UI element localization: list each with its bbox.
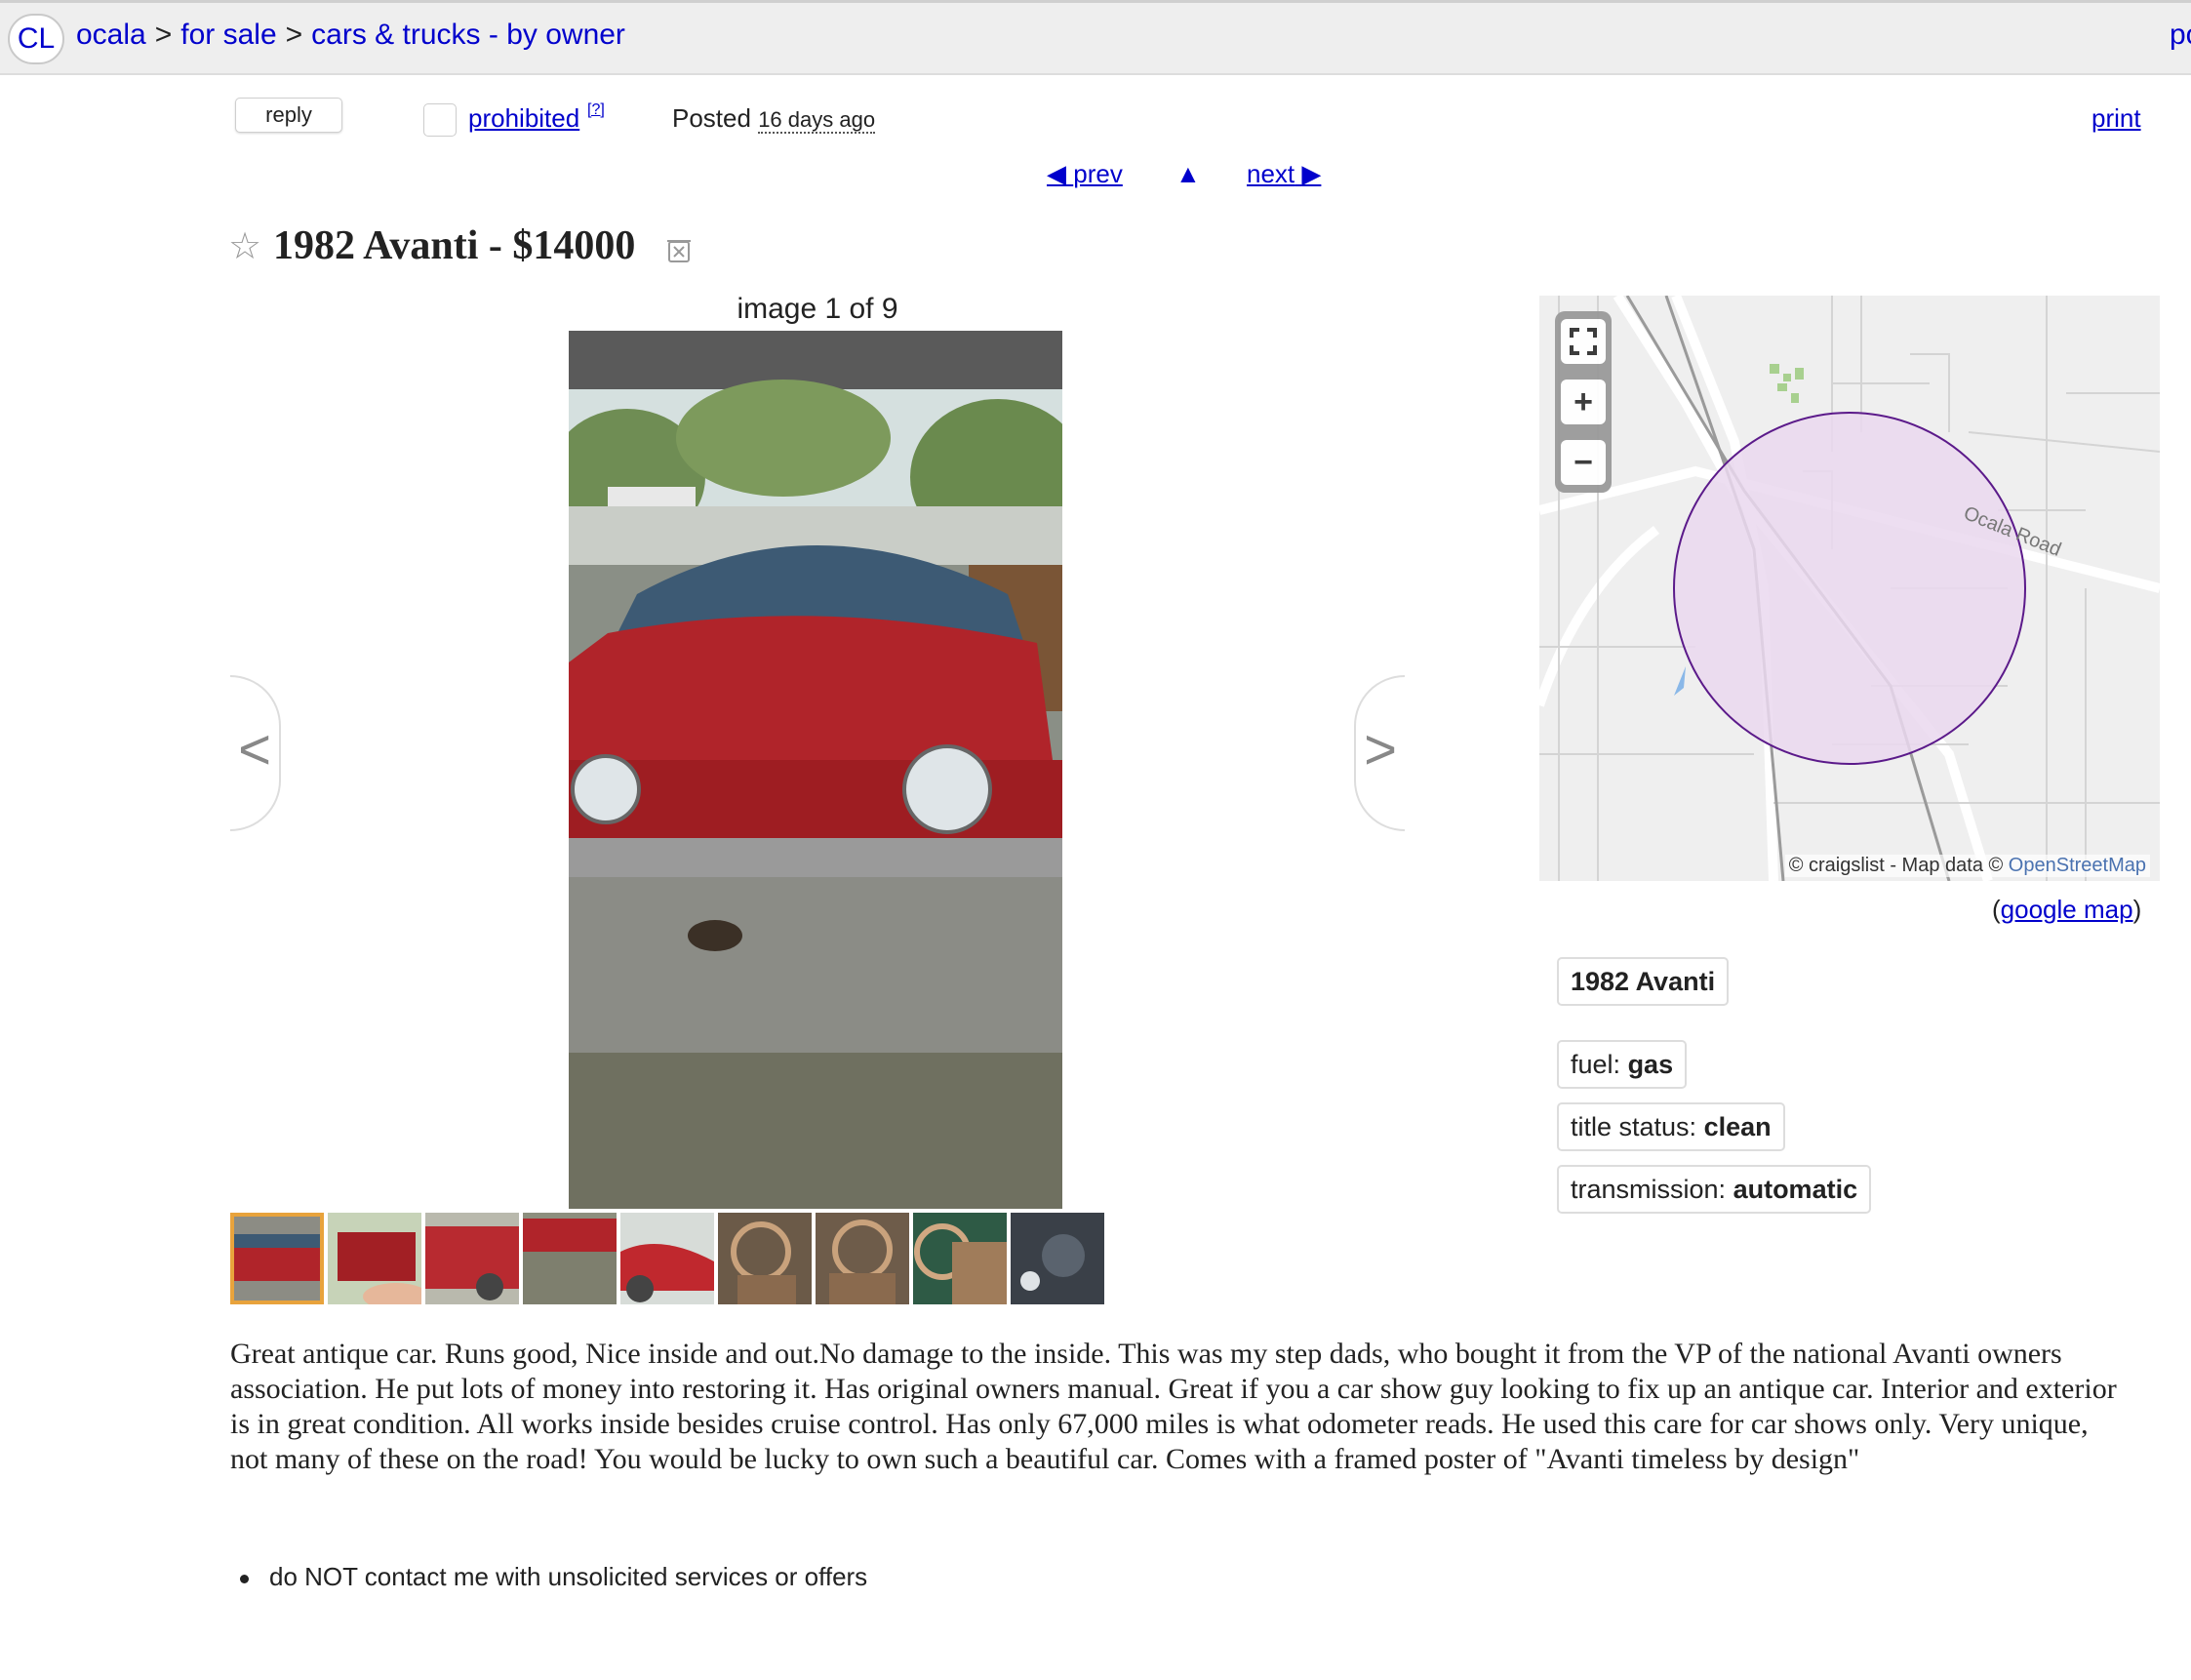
thumbnail-image <box>620 1213 714 1304</box>
attr-title-status: title status: clean <box>1557 1102 1785 1151</box>
triangle-up-icon: ▲ <box>1175 159 1201 188</box>
flag-prohibited-checkbox[interactable] <box>423 103 457 137</box>
thumbnail-image <box>234 1217 320 1300</box>
thumbnail-9[interactable] <box>1011 1213 1104 1304</box>
location-map[interactable]: Ocala Road + − © craigslist - Map data ©… <box>1539 296 2160 881</box>
posted-ago: 16 days ago <box>758 107 876 134</box>
map-attribution: © craigslist - Map data © OpenStreetMap <box>1784 855 2150 877</box>
map-zoom-in-button[interactable]: + <box>1561 380 1606 424</box>
fuel-value: gas <box>1627 1050 1674 1079</box>
favorite-star-icon[interactable]: ☆ <box>228 223 261 270</box>
prev-label: prev <box>1073 159 1123 188</box>
triangle-right-icon: ▶ <box>1301 159 1322 188</box>
thumbnail-image <box>425 1213 519 1304</box>
posted-label: Posted <box>672 103 751 133</box>
prohibited-link[interactable]: prohibited <box>468 103 579 134</box>
top-breadcrumb-bar: CL ocala > for sale > cars & trucks - by own… <box>0 0 2191 75</box>
breadcrumb-separator: > <box>154 19 173 51</box>
paren-open: ( <box>1992 895 2001 924</box>
thumbnail-image <box>523 1213 617 1304</box>
next-listing-link[interactable]: next ▶ <box>1247 159 1321 189</box>
title-status-value: clean <box>1703 1112 1772 1141</box>
thumbnail-1[interactable] <box>230 1213 324 1304</box>
thumbnail-2[interactable] <box>328 1213 421 1304</box>
breadcrumb-separator: > <box>285 19 303 51</box>
openstreetmap-link[interactable]: OpenStreetMap <box>2009 855 2146 876</box>
thumbnail-image <box>718 1213 812 1304</box>
attr-fuel: fuel: gas <box>1557 1040 1688 1089</box>
breadcrumb-for-sale[interactable]: for sale <box>180 19 276 51</box>
vehicle-heading: 1982 Avanti <box>1571 967 1716 996</box>
post-link-clipped[interactable]: po <box>2170 19 2191 52</box>
next-label: next <box>1247 159 1295 188</box>
notices-list: do NOT contact me with unsolicited servi… <box>230 1562 867 1592</box>
thumbnail-3[interactable] <box>425 1213 519 1304</box>
thumbnail-6[interactable] <box>718 1213 812 1304</box>
paren-close: ) <box>2132 895 2142 924</box>
prohibited-help-link[interactable]: [?] <box>587 101 605 119</box>
attr-vehicle-heading: 1982 Avanti <box>1557 957 1730 1006</box>
fullscreen-icon <box>1570 328 1597 355</box>
print-link[interactable]: print <box>2091 103 2141 134</box>
breadcrumb: ocala > for sale > cars & trucks - by owner <box>76 19 625 52</box>
posting-title: 1982 Avanti - $14000 <box>273 223 636 268</box>
thumbnail-5[interactable] <box>620 1213 714 1304</box>
craigslist-logo-link[interactable]: CL <box>8 14 64 64</box>
thumbnail-image <box>1011 1213 1104 1304</box>
next-image-button[interactable]: > <box>1354 675 1405 831</box>
transmission-value: automatic <box>1733 1175 1858 1204</box>
image-counter: image 1 of 9 <box>737 293 898 325</box>
transmission-label: transmission: <box>1571 1175 1727 1204</box>
breadcrumb-ocala[interactable]: ocala <box>76 19 146 51</box>
reply-button[interactable]: reply <box>235 98 342 133</box>
map-zoom-out-button[interactable]: − <box>1561 440 1606 485</box>
google-map-link[interactable]: google map <box>2001 895 2133 924</box>
map-attribution-text: © craigslist - Map data © <box>1788 855 2004 876</box>
google-map-wrapper: (google map) <box>1992 895 2141 925</box>
prev-listing-link[interactable]: ◀ prev <box>1047 159 1123 189</box>
triangle-left-icon: ◀ <box>1047 159 1066 188</box>
breadcrumb-cars-trucks-by-owner[interactable]: cars & trucks - by owner <box>311 19 625 51</box>
hide-posting-icon[interactable] <box>664 235 694 264</box>
thumbnail-4[interactable] <box>523 1213 617 1304</box>
attr-transmission: transmission: automatic <box>1557 1165 1872 1214</box>
posting-body: Great antique car. Runs good, Nice insid… <box>230 1338 2117 1475</box>
notice-item: do NOT contact me with unsolicited servi… <box>230 1562 867 1592</box>
map-fullscreen-button[interactable] <box>1561 319 1606 364</box>
posted-date: Posted 16 days ago <box>672 103 876 134</box>
thumbnail-image <box>328 1213 421 1304</box>
thumbnail-image <box>816 1213 909 1304</box>
map-tiles <box>1539 296 2160 881</box>
thumbnail-image <box>913 1213 1007 1304</box>
map-controls: + − <box>1555 311 1612 493</box>
up-to-search-link[interactable]: ▲ <box>1175 159 1201 189</box>
thumbnail-7[interactable] <box>816 1213 909 1304</box>
prev-image-button[interactable]: < <box>230 675 281 831</box>
title-status-label: title status: <box>1571 1112 1697 1141</box>
fuel-label: fuel: <box>1571 1050 1621 1079</box>
car-photo <box>569 331 1062 1209</box>
thumbnail-8[interactable] <box>913 1213 1007 1304</box>
main-listing-image[interactable] <box>569 331 1062 1209</box>
